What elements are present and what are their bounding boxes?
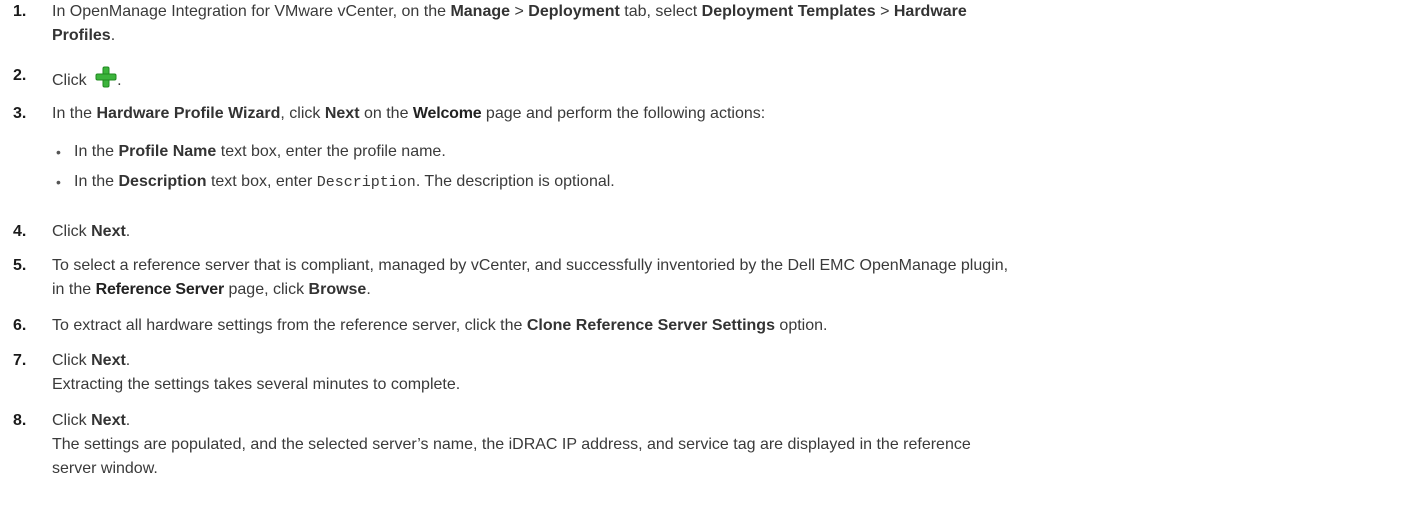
ui-label-clone-reference-server-settings: Clone Reference Server Settings (526, 317, 775, 334)
ui-label-profiles: Profiles (52, 27, 111, 44)
step-3-bullets: • In the Profile Name text box, enter th… (52, 142, 1416, 193)
code-description: Description (316, 174, 416, 191)
step-note-cont: server window. (52, 460, 158, 477)
step-number: 8. (13, 412, 27, 429)
ui-label-hardware: Hardware (893, 3, 967, 20)
step-text: Click Next. (52, 223, 131, 240)
ui-label-deployment-templates: Deployment Templates (701, 3, 876, 20)
ui-label-next: Next (91, 352, 126, 369)
step-number: 1. (13, 3, 27, 20)
step-number: 6. (13, 317, 27, 334)
step-number: 7. (13, 352, 27, 369)
ui-label-description: Description (118, 173, 207, 190)
step-text: Click Next. (52, 352, 131, 369)
ui-label-browse: Browse (308, 281, 367, 298)
step-text: In the Hardware Profile Wizard, click Ne… (52, 105, 766, 122)
step-2: 2. Click . (10, 66, 1416, 94)
ui-label-hardware-profile-wizard: Hardware Profile Wizard (96, 105, 281, 122)
step-7: 7. Click Next. Extracting the settings t… (10, 351, 1416, 395)
step-number: 4. (13, 223, 27, 240)
step-3: 3. In the Hardware Profile Wizard, click… (10, 104, 1416, 203)
ui-label-manage: Manage (450, 3, 511, 20)
step-text: Click Next. (52, 412, 131, 429)
step-5: 5. To select a reference server that is … (10, 256, 1416, 300)
bullet-item: • In the Profile Name text box, enter th… (56, 143, 446, 160)
step-8: 8. Click Next. The settings are populate… (10, 411, 1416, 479)
step-text: In OpenManage Integration for VMware vCe… (52, 3, 967, 20)
green-plus-icon (95, 66, 117, 94)
step-6: 6. To extract all hardware settings from… (10, 316, 1416, 336)
step-text-cont: in the Reference Server page, click Brow… (52, 281, 371, 298)
step-note: The settings are populated, and the sele… (52, 436, 971, 453)
step-text-cont: Profiles. (52, 27, 116, 44)
step-number: 2. (13, 67, 27, 84)
ui-label-profile-name: Profile Name (118, 143, 217, 160)
bullet-item: • In the Description text box, enter Des… (56, 173, 615, 191)
step-number: 3. (13, 105, 27, 122)
ui-label-next: Next (324, 105, 360, 122)
step-number: 5. (13, 257, 27, 274)
step-note: Extracting the settings takes several mi… (52, 376, 461, 393)
step-text: Click . (52, 66, 1416, 94)
ui-label-reference-server: Reference Server (95, 281, 225, 298)
ui-label-next: Next (91, 412, 126, 429)
step-4: 4. Click Next. (10, 222, 1416, 242)
ui-label-welcome: Welcome (412, 105, 482, 122)
step-text: To extract all hardware settings from th… (52, 317, 828, 334)
ui-label-deployment: Deployment (528, 3, 620, 20)
step-1: 1. In OpenManage Integration for VMware … (10, 2, 1416, 46)
step-text: To select a reference server that is com… (52, 257, 1009, 274)
ui-label-next: Next (91, 223, 126, 240)
